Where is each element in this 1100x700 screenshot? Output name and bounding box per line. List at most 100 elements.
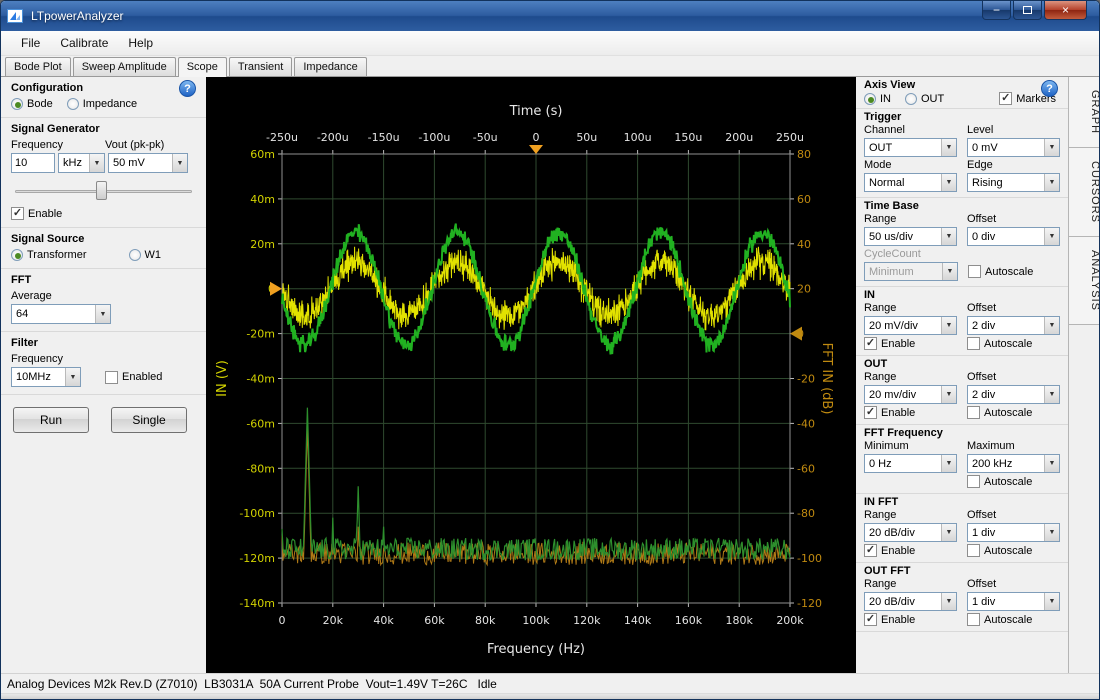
chevron-down-icon: ▼ — [941, 524, 956, 541]
trigger-level-select[interactable]: 0 mV▼ — [967, 138, 1060, 157]
fft-frequency-title: FFT Frequency — [864, 427, 1060, 439]
timebase-offset-select[interactable]: 0 div▼ — [967, 227, 1060, 246]
checkbox-icon: ✓ — [864, 613, 877, 626]
chevron-down-icon: ▼ — [172, 154, 187, 172]
maximize-button[interactable] — [1013, 1, 1042, 20]
trigger-edge-select[interactable]: Rising▼ — [967, 173, 1060, 192]
chevron-down-icon: ▼ — [65, 368, 80, 386]
out-enable-checkbox[interactable]: ✓Enable — [864, 406, 957, 419]
in-title: IN — [864, 289, 1060, 301]
w1-radio-label: W1 — [145, 249, 162, 261]
help-icon[interactable]: ? — [1041, 80, 1058, 97]
slider-thumb[interactable] — [96, 181, 107, 200]
out-fft-enable-checkbox[interactable]: ✓Enable — [864, 613, 957, 626]
out-fft-offset-label: Offset — [967, 578, 1060, 590]
in-autoscale-label: Autoscale — [984, 338, 1032, 350]
out-offset-select[interactable]: 2 div▼ — [967, 385, 1060, 404]
tab-bode-plot[interactable]: Bode Plot — [5, 57, 71, 76]
impedance-radio[interactable]: Impedance — [67, 98, 137, 110]
tab-transient[interactable]: Transient — [229, 57, 292, 76]
out-autoscale-checkbox[interactable]: Autoscale — [967, 406, 1060, 419]
menu-help[interactable]: Help — [118, 32, 163, 54]
trigger-time-marker[interactable] — [529, 145, 543, 154]
frequency-input[interactable] — [11, 153, 55, 173]
svg-text:80k: 80k — [475, 614, 496, 627]
tab-impedance[interactable]: Impedance — [294, 57, 366, 76]
fft-minimum-select[interactable]: 0 Hz▼ — [864, 454, 957, 473]
fft-average-select[interactable]: 64 ▼ — [11, 304, 111, 324]
cyclecount-select: Minimum▼ — [864, 262, 958, 281]
svg-text:-120m: -120m — [239, 552, 275, 565]
filter-enabled-checkbox[interactable]: Enabled — [105, 371, 162, 384]
minimize-button[interactable]: − — [982, 1, 1011, 20]
chevron-down-icon: ▼ — [941, 228, 956, 245]
axis-in-radio[interactable]: IN — [864, 93, 891, 105]
side-tab-cursors[interactable]: CURSORS — [1069, 148, 1100, 237]
trigger-mode-select[interactable]: Normal▼ — [864, 173, 957, 192]
axis-out-radio[interactable]: OUT — [905, 93, 944, 105]
out-fft-offset-select[interactable]: 1 div▼ — [967, 592, 1060, 611]
in-offset-marker[interactable] — [270, 282, 282, 296]
svg-text:-100u: -100u — [418, 131, 450, 144]
bode-radio[interactable]: Bode — [11, 98, 53, 110]
out-fft-range-select[interactable]: 20 dB/div▼ — [864, 592, 957, 611]
trigger-title: Trigger — [864, 111, 1060, 123]
timebase-range-select[interactable]: 50 us/div▼ — [864, 227, 957, 246]
vout-select[interactable]: 50 mV ▼ — [108, 153, 188, 173]
filter-frequency-value: 10MHz — [12, 371, 65, 383]
in-fft-enable-checkbox[interactable]: ✓Enable — [864, 544, 957, 557]
svg-text:-200u: -200u — [317, 131, 349, 144]
fft-maximum-select[interactable]: 200 kHz▼ — [967, 454, 1060, 473]
fft-offset-marker[interactable] — [790, 327, 802, 341]
svg-text:-60: -60 — [797, 462, 815, 475]
out-fft-autoscale-checkbox[interactable]: Autoscale — [967, 613, 1060, 626]
svg-text:-60m: -60m — [246, 417, 275, 430]
chevron-down-icon: ▼ — [1044, 593, 1059, 610]
right-panel: Axis View ? IN OUT ✓ Markers — [856, 77, 1068, 673]
in-fft-range-select[interactable]: 20 dB/div▼ — [864, 523, 957, 542]
timebase-offset-label: Offset — [967, 213, 1060, 225]
chevron-down-icon: ▼ — [941, 386, 956, 403]
amplitude-slider[interactable] — [13, 180, 194, 202]
fft-minimum-value: 0 Hz — [865, 458, 941, 470]
fft-section: FFT Average 64 ▼ — [1, 269, 206, 332]
trigger-channel-select[interactable]: OUT▼ — [864, 138, 957, 157]
in-fft-autoscale-checkbox[interactable]: Autoscale — [967, 544, 1060, 557]
svg-text:200u: 200u — [725, 131, 753, 144]
single-button[interactable]: Single — [111, 407, 187, 433]
fft-frequency-autoscale-label: Autoscale — [984, 476, 1032, 488]
w1-radio[interactable]: W1 — [129, 249, 162, 261]
tab-scope[interactable]: Scope — [178, 57, 227, 77]
help-icon[interactable]: ? — [179, 80, 196, 97]
siggen-enable-label: Enable — [28, 208, 62, 220]
in-fft-offset-select[interactable]: 1 div▼ — [967, 523, 1060, 542]
timebase-autoscale-checkbox[interactable]: Autoscale — [968, 262, 1060, 281]
run-button[interactable]: Run — [13, 407, 89, 433]
in-fft-title: IN FFT — [864, 496, 1060, 508]
side-tab-graph[interactable]: GRAPH — [1069, 77, 1100, 148]
fft-frequency-autoscale-checkbox[interactable]: Autoscale — [967, 475, 1060, 488]
frequency-unit-select[interactable]: kHz ▼ — [58, 153, 105, 173]
chevron-down-icon: ▼ — [1044, 386, 1059, 403]
checkbox-icon: ✓ — [999, 92, 1012, 105]
svg-text:180k: 180k — [726, 614, 754, 627]
in-offset-select[interactable]: 2 div▼ — [967, 316, 1060, 335]
close-button[interactable]: × — [1044, 1, 1087, 20]
chevron-down-icon: ▼ — [941, 593, 956, 610]
menu-file[interactable]: File — [11, 32, 50, 54]
out-range-select[interactable]: 20 mv/div▼ — [864, 385, 957, 404]
chevron-down-icon: ▼ — [1044, 228, 1059, 245]
transformer-radio-label: Transformer — [27, 249, 87, 261]
tab-sweep-amplitude[interactable]: Sweep Amplitude — [73, 57, 176, 76]
in-enable-checkbox[interactable]: ✓Enable — [864, 337, 957, 350]
in-range-select[interactable]: 20 mV/div▼ — [864, 316, 957, 335]
transformer-radio[interactable]: Transformer — [11, 249, 87, 261]
svg-text:50u: 50u — [576, 131, 597, 144]
siggen-enable-checkbox[interactable]: ✓ Enable — [11, 207, 196, 220]
checkbox-icon — [967, 406, 980, 419]
filter-frequency-select[interactable]: 10MHz ▼ — [11, 367, 81, 387]
side-tab-analysis[interactable]: ANALYSIS — [1069, 237, 1100, 325]
in-autoscale-checkbox[interactable]: Autoscale — [967, 337, 1060, 350]
svg-text:-20: -20 — [797, 373, 815, 386]
menu-calibrate[interactable]: Calibrate — [50, 32, 118, 54]
